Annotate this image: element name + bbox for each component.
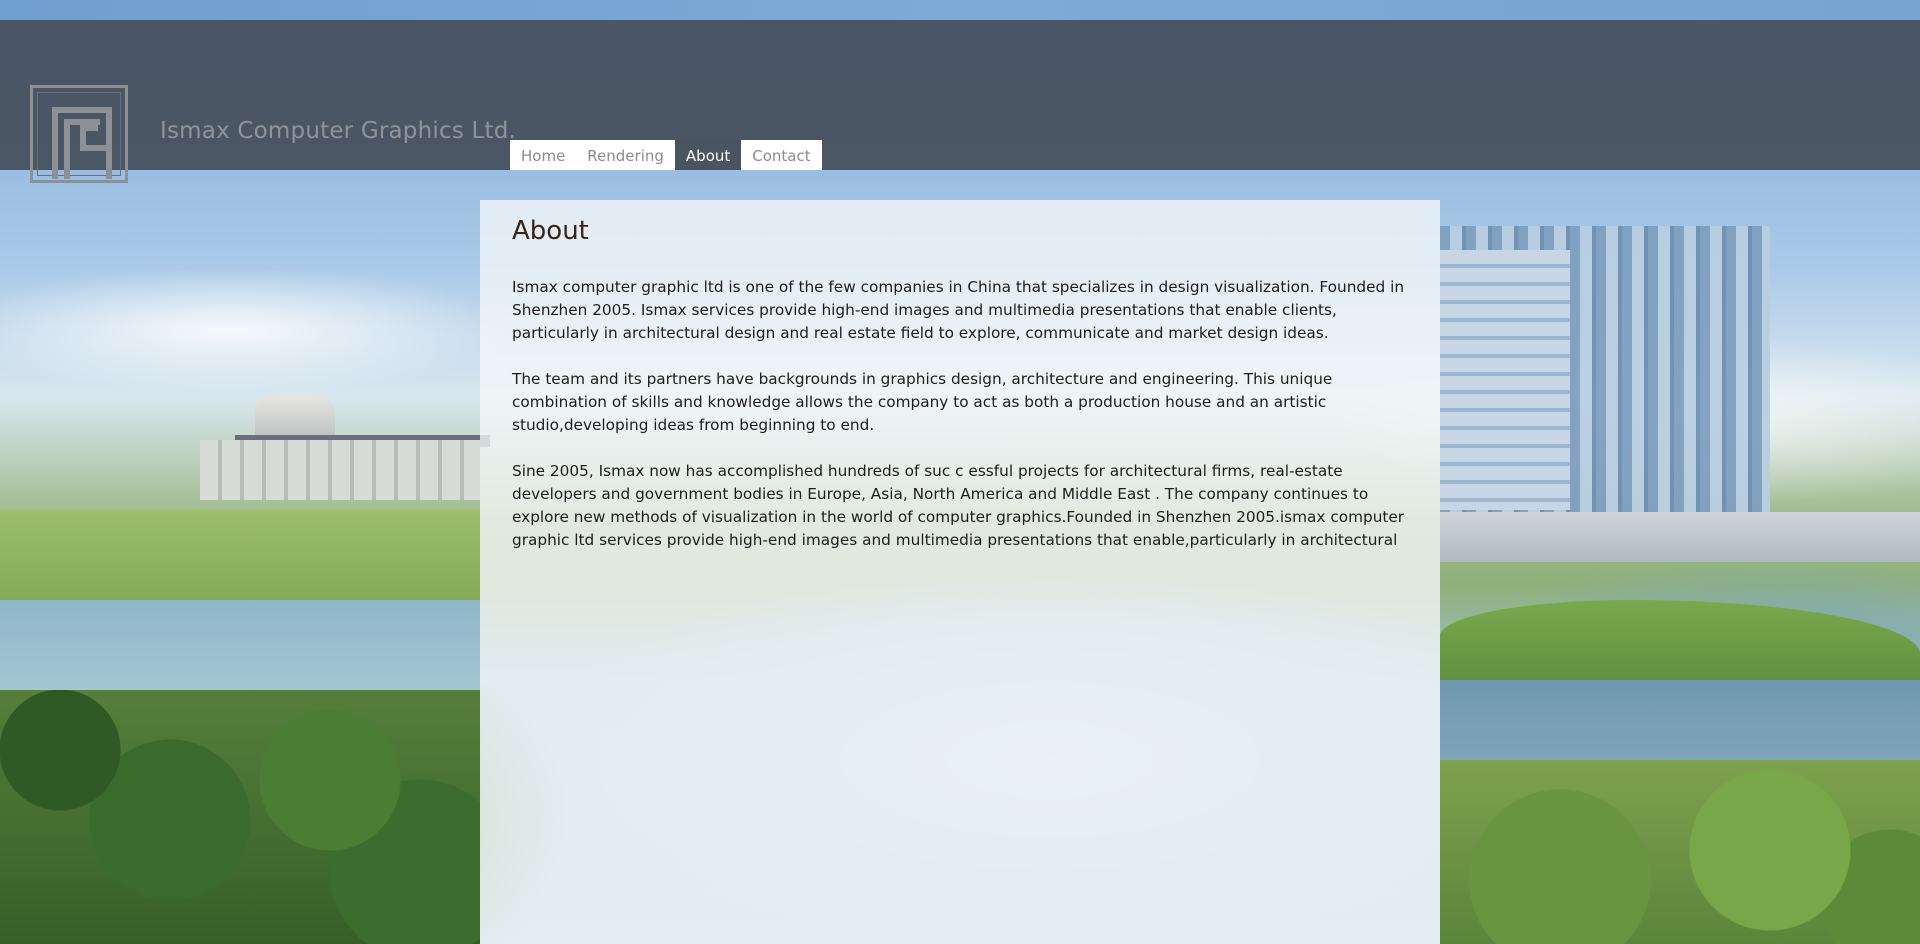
main-nav: Home Rendering About Contact [510, 140, 822, 170]
page-title: About [512, 216, 589, 246]
about-paragraph-1: Ismax computer graphic ltd is one of the… [512, 278, 1405, 342]
about-paragraph-2: The team and its partners have backgroun… [512, 370, 1333, 434]
nav-item-home[interactable]: Home [510, 140, 577, 170]
nav-item-about[interactable]: About [674, 140, 742, 170]
background-buildings-left [200, 440, 480, 500]
brand-name[interactable]: Ismax Computer Graphics Ltd. [160, 118, 516, 144]
about-text: Ismax computer graphic ltd is one of the… [512, 276, 1417, 575]
background-trees-right [1440, 760, 1920, 944]
background-lawn-right [1440, 600, 1920, 690]
site-header: Ismax Computer Graphics Ltd. [0, 20, 1920, 183]
background-tower-facade [1440, 250, 1570, 510]
logo-mark [52, 107, 112, 179]
about-paragraph-3: Sine 2005, Ismax now has accomplished hu… [512, 462, 1405, 549]
nav-item-contact[interactable]: Contact [741, 140, 822, 170]
background-promenade [1440, 512, 1920, 562]
ismax-logo-icon[interactable] [30, 85, 128, 183]
background-trees-left [0, 690, 480, 944]
nav-item-rendering[interactable]: Rendering [576, 140, 675, 170]
content-panel: About Ismax computer graphic ltd is one … [480, 200, 1440, 944]
sky-band [0, 0, 1920, 20]
